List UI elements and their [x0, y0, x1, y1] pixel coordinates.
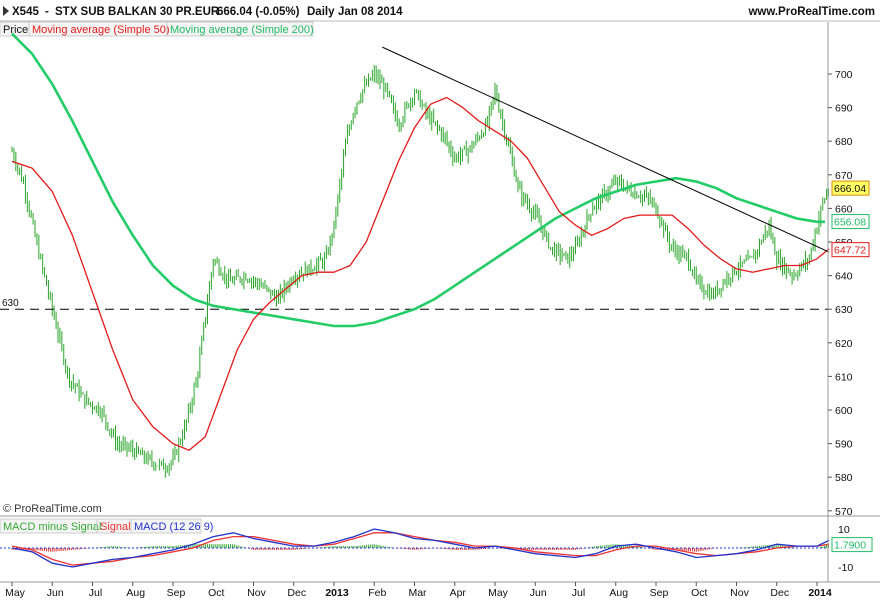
x-tick-label: May [5, 587, 26, 599]
y-tick-label: 630 [835, 304, 853, 316]
x-tick-label: Jul [89, 587, 102, 599]
y-tick-label: 610 [835, 371, 853, 383]
header-period: Daily [307, 6, 335, 18]
x-tick-label: Nov [730, 587, 749, 599]
x-tick-label: Jul [572, 587, 585, 599]
macd-legend-signal: Signal [100, 521, 131, 533]
header-name: STX SUB BALKAN 30 PR.EUR [55, 6, 220, 18]
y-tick-label: 570 [835, 506, 853, 518]
header-last: 666.04 (-0.05%) [217, 6, 300, 18]
legend-price: Price [3, 24, 28, 36]
y-tick-label: 670 [835, 170, 853, 182]
x-tick-label: Aug [609, 587, 628, 599]
x-tick-label: Dec [770, 587, 789, 599]
x-tick-label: Oct [691, 587, 707, 599]
support-label: 630 [2, 298, 19, 309]
y-tick-label: 700 [835, 69, 853, 81]
x-tick-label: Sep [650, 587, 669, 599]
watermark: © ProRealTime.com [3, 503, 102, 515]
x-tick-label: Aug [126, 587, 145, 599]
header-symbol: X545 [12, 6, 39, 18]
y-tick-label: 580 [835, 472, 853, 484]
x-tick-label: Dec [287, 587, 306, 599]
y-tick-label: 690 [835, 103, 853, 115]
y-tick-label: 680 [835, 136, 853, 148]
price-chart: X545 - STX SUB BALKAN 30 PR.EUR 666.04 (… [0, 0, 880, 599]
y-tick-label: 620 [835, 338, 853, 350]
macd-legend-hist: MACD minus Signal [3, 521, 101, 533]
x-tick-label: May [488, 587, 509, 599]
x-tick-label: Nov [247, 587, 266, 599]
x-tick-label: Jun [47, 587, 64, 599]
header-separator: - [45, 6, 49, 18]
ma200-line [11, 32, 825, 328]
x-tick-label: Feb [368, 587, 386, 599]
macd-y-tick-label: 10 [838, 524, 850, 536]
ma50-line [11, 96, 830, 451]
x-tick-label: Jun [530, 587, 547, 599]
y-tick-label: 660 [835, 203, 853, 215]
macd-y-tick-label: -10 [838, 562, 853, 574]
legend-ma50: Moving average (Simple 50) [32, 24, 170, 36]
x-tick-label: Oct [208, 587, 224, 599]
header-site: www.ProRealTime.com [747, 6, 875, 18]
legend-ma200: Moving average (Simple 200) [170, 24, 314, 36]
value-tag-label: 666.04 [834, 183, 866, 195]
macd-legend-macd: MACD (12 26 9) [134, 521, 213, 533]
y-tick-label: 640 [835, 271, 853, 283]
value-tag-label: 656.08 [834, 217, 866, 229]
x-tick-label: Mar [408, 587, 427, 599]
macd-value-tag-label: 1.7900 [834, 540, 866, 552]
value-tag-label: 647.72 [834, 245, 866, 257]
x-tick-label: 2013 [325, 587, 349, 599]
x-tick-label: Sep [167, 587, 186, 599]
x-tick-label: 2014 [808, 587, 832, 599]
y-tick-label: 600 [835, 405, 853, 417]
x-tick-label: Apr [450, 587, 467, 599]
y-tick-label: 590 [835, 439, 853, 451]
header-date: Jan 08 2014 [338, 6, 403, 18]
